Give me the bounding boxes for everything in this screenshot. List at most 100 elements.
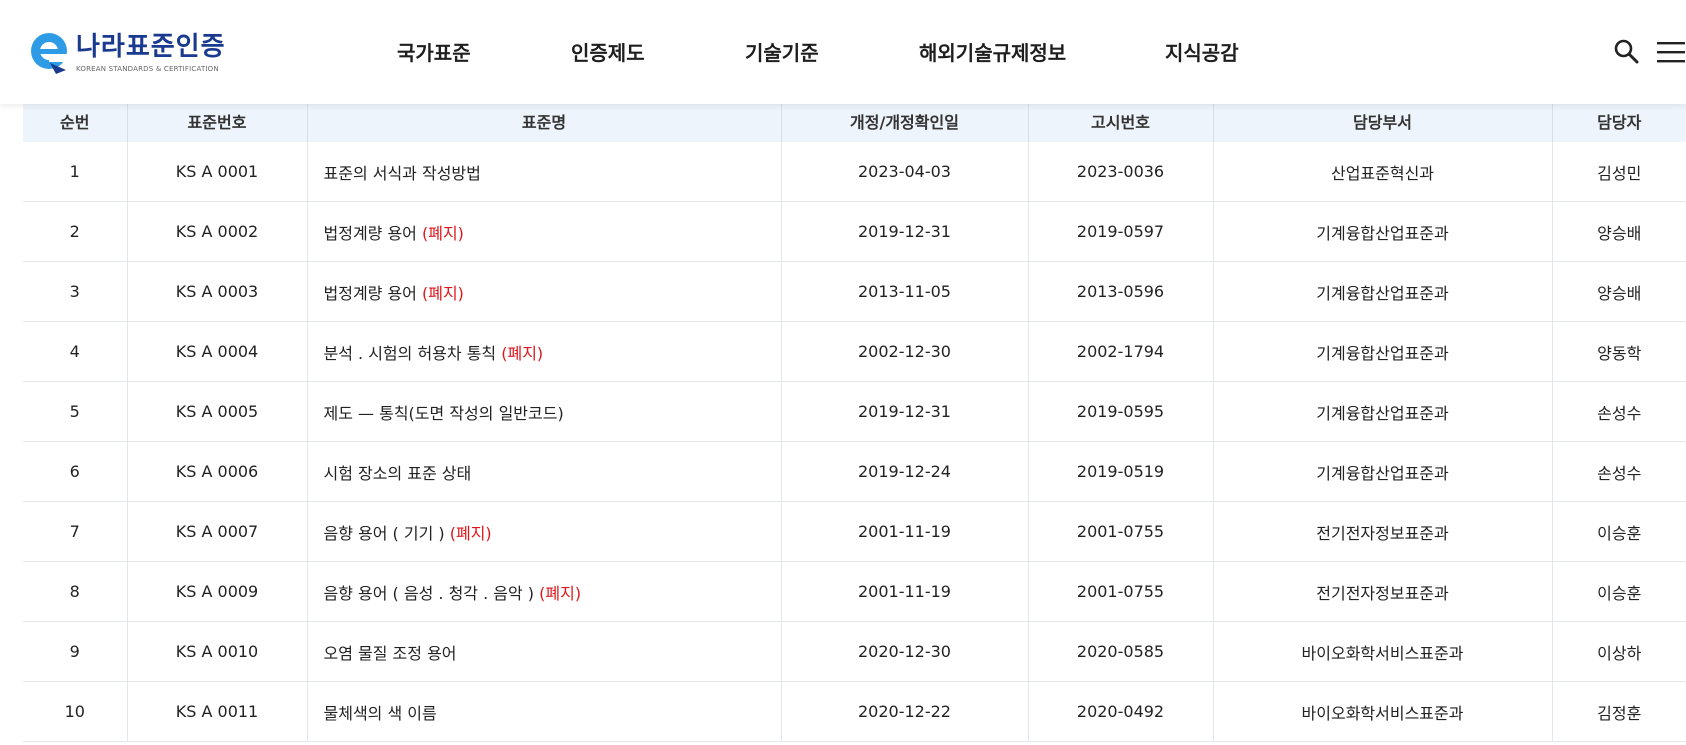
department: 산업표준혁신과 bbox=[1212, 142, 1552, 202]
standard-name-cell: 법정계량 용어 (폐지) bbox=[306, 261, 781, 322]
standard-name-link[interactable]: 음향 용어 ( 음성 . 청각 . 음악 ) bbox=[324, 584, 535, 603]
notice-number: 2013-0596 bbox=[1027, 261, 1213, 322]
row-number: 10 bbox=[23, 681, 127, 742]
standard-number: KS A 0010 bbox=[126, 621, 307, 682]
standard-name-cell: 표준의 서식과 작성방법 bbox=[306, 142, 781, 202]
standard-number: KS A 0004 bbox=[126, 321, 307, 382]
standard-name-cell: 법정계량 용어 (폐지) bbox=[306, 201, 781, 262]
logo-text: 나라표준인증 KOREAN STANDARDS & CERTIFICATION bbox=[76, 32, 226, 74]
abolished-badge: (폐지) bbox=[501, 343, 544, 363]
person-in-charge: 손성수 bbox=[1551, 441, 1686, 502]
standard-name-cell: 음향 용어 ( 음성 . 청각 . 음악 ) (폐지) bbox=[306, 561, 781, 622]
person-in-charge: 이승훈 bbox=[1551, 501, 1686, 562]
site-logo[interactable]: 나라표준인증 KOREAN STANDARDS & CERTIFICATION bbox=[28, 28, 226, 78]
revision-date: 2002-12-30 bbox=[780, 321, 1028, 382]
table-row[interactable]: 5 KS A 0005 제도 — 통칙(도면 작성의 일반코드) 2019-12… bbox=[23, 381, 1686, 442]
department: 기계융합산업표준과 bbox=[1212, 381, 1552, 442]
standard-name-link[interactable]: 오염 물질 조정 용어 bbox=[324, 644, 457, 663]
standard-number: KS A 0011 bbox=[126, 681, 307, 742]
table-body: 1 KS A 0001 표준의 서식과 작성방법 2023-04-03 2023… bbox=[23, 142, 1686, 742]
standards-table: 순번 표준번호 표준명 개정/개정확인일 고시번호 담당부서 담당자 1 KS … bbox=[23, 96, 1686, 742]
standard-name-cell: 물체색의 색 이름 bbox=[306, 681, 781, 742]
nav-item-national-standards[interactable]: 국가표준 bbox=[397, 36, 471, 70]
revision-date: 2023-04-03 bbox=[780, 142, 1028, 202]
standards-table-wrapper: 순번 표준번호 표준명 개정/개정확인일 고시번호 담당부서 담당자 1 KS … bbox=[23, 96, 1686, 742]
revision-date: 2019-12-31 bbox=[780, 201, 1028, 262]
table-row[interactable]: 10 KS A 0011 물체색의 색 이름 2020-12-22 2020-0… bbox=[23, 681, 1686, 742]
logo-e-icon bbox=[31, 33, 69, 74]
standard-number: KS A 0002 bbox=[126, 201, 307, 262]
logo-subtitle: KOREAN STANDARDS & CERTIFICATION bbox=[76, 65, 219, 73]
standard-name-link[interactable]: 법정계량 용어 bbox=[324, 284, 417, 303]
nav-item-certification[interactable]: 인증제도 bbox=[571, 36, 645, 70]
standard-number: KS A 0003 bbox=[126, 261, 307, 322]
standard-name-link[interactable]: 시험 장소의 표준 상태 bbox=[324, 464, 472, 483]
standard-name-cell: 분석 . 시험의 허용차 통칙 (폐지) bbox=[306, 321, 781, 382]
abolished-badge: (폐지) bbox=[422, 283, 464, 303]
site-header: 나라표준인증 KOREAN STANDARDS & CERTIFICATION … bbox=[0, 0, 1686, 104]
department: 전기전자정보표준과 bbox=[1212, 561, 1552, 622]
standard-number: KS A 0009 bbox=[126, 561, 307, 622]
notice-number: 2001-0755 bbox=[1027, 501, 1213, 562]
standard-name-link[interactable]: 분석 . 시험의 허용차 통칙 bbox=[324, 344, 497, 363]
person-in-charge: 김정훈 bbox=[1551, 681, 1686, 742]
nav-item-knowledge[interactable]: 지식공감 bbox=[1165, 36, 1239, 70]
notice-number: 2019-0597 bbox=[1027, 201, 1213, 262]
row-number: 9 bbox=[23, 621, 127, 682]
table-row[interactable]: 9 KS A 0010 오염 물질 조정 용어 2020-12-30 2020-… bbox=[23, 621, 1686, 682]
row-number: 6 bbox=[23, 441, 127, 502]
table-row[interactable]: 1 KS A 0001 표준의 서식과 작성방법 2023-04-03 2023… bbox=[23, 142, 1686, 202]
revision-date: 2020-12-22 bbox=[780, 681, 1028, 742]
abolished-badge: (폐지) bbox=[449, 523, 492, 543]
person-in-charge: 이승훈 bbox=[1551, 561, 1686, 622]
standard-name-link[interactable]: 법정계량 용어 bbox=[324, 224, 417, 243]
table-row[interactable]: 4 KS A 0004 분석 . 시험의 허용차 통칙 (폐지) 2002-12… bbox=[23, 321, 1686, 382]
notice-number: 2020-0492 bbox=[1027, 681, 1213, 742]
search-icon[interactable] bbox=[1613, 38, 1639, 64]
department: 기계융합산업표준과 bbox=[1212, 441, 1552, 502]
standard-name-link[interactable]: 음향 용어 ( 기기 ) bbox=[324, 524, 445, 543]
revision-date: 2001-11-19 bbox=[780, 561, 1028, 622]
person-in-charge: 김성민 bbox=[1551, 142, 1686, 202]
standard-name-cell: 제도 — 통칙(도면 작성의 일반코드) bbox=[306, 381, 781, 442]
notice-number: 2023-0036 bbox=[1027, 142, 1213, 202]
row-number: 8 bbox=[23, 561, 127, 622]
row-number: 2 bbox=[23, 201, 127, 262]
department: 기계융합산업표준과 bbox=[1212, 321, 1552, 382]
department: 전기전자정보표준과 bbox=[1212, 501, 1552, 562]
standard-name-link[interactable]: 물체색의 색 이름 bbox=[324, 704, 437, 723]
row-number: 4 bbox=[23, 321, 127, 382]
logo-title: 나라표준인증 bbox=[76, 32, 226, 62]
table-row[interactable]: 6 KS A 0006 시험 장소의 표준 상태 2019-12-24 2019… bbox=[23, 441, 1686, 502]
table-row[interactable]: 8 KS A 0009 음향 용어 ( 음성 . 청각 . 음악 ) (폐지) … bbox=[23, 561, 1686, 622]
notice-number: 2020-0585 bbox=[1027, 621, 1213, 682]
nav-item-technical-standards[interactable]: 기술기준 bbox=[745, 36, 819, 70]
revision-date: 2020-12-30 bbox=[780, 621, 1028, 682]
person-in-charge: 양승배 bbox=[1551, 261, 1686, 322]
row-number: 3 bbox=[23, 261, 127, 322]
row-number: 7 bbox=[23, 501, 127, 562]
table-row[interactable]: 3 KS A 0003 법정계량 용어 (폐지) 2013-11-05 2013… bbox=[23, 261, 1686, 322]
standard-number: KS A 0007 bbox=[126, 501, 307, 562]
person-in-charge: 이상하 bbox=[1551, 621, 1686, 682]
department: 바이오화학서비스표준과 bbox=[1212, 681, 1552, 742]
abolished-badge: (폐지) bbox=[422, 223, 464, 243]
standard-name-cell: 시험 장소의 표준 상태 bbox=[306, 441, 781, 502]
standard-name-link[interactable]: 제도 — 통칙(도면 작성의 일반코드) bbox=[324, 404, 564, 423]
person-in-charge: 손성수 bbox=[1551, 381, 1686, 442]
standard-name-link[interactable]: 표준의 서식과 작성방법 bbox=[324, 164, 481, 183]
person-in-charge: 양동학 bbox=[1551, 321, 1686, 382]
revision-date: 2001-11-19 bbox=[780, 501, 1028, 562]
person-in-charge: 양승배 bbox=[1551, 201, 1686, 262]
standard-number: KS A 0006 bbox=[126, 441, 307, 502]
revision-date: 2013-11-05 bbox=[780, 261, 1028, 322]
hamburger-menu-icon[interactable] bbox=[1657, 40, 1685, 64]
notice-number: 2019-0519 bbox=[1027, 441, 1213, 502]
department: 기계융합산업표준과 bbox=[1212, 261, 1552, 322]
table-row[interactable]: 2 KS A 0002 법정계량 용어 (폐지) 2019-12-31 2019… bbox=[23, 201, 1686, 262]
abolished-badge: (폐지) bbox=[539, 583, 582, 603]
table-row[interactable]: 7 KS A 0007 음향 용어 ( 기기 ) (폐지) 2001-11-19… bbox=[23, 501, 1686, 562]
nav-item-overseas-tech-regulation[interactable]: 해외기술규제정보 bbox=[919, 36, 1066, 70]
standard-name-cell: 음향 용어 ( 기기 ) (폐지) bbox=[306, 501, 781, 562]
row-number: 5 bbox=[23, 381, 127, 442]
